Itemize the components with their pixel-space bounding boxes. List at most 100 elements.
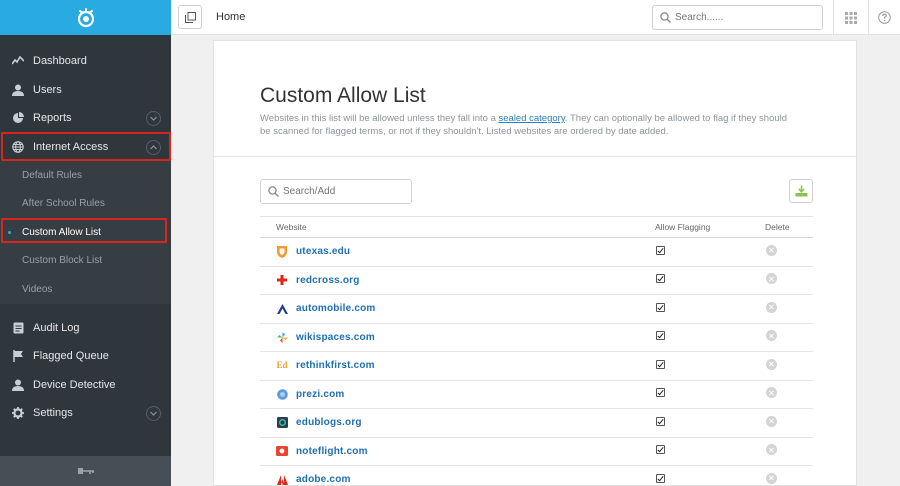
site-cell: redcross.org <box>276 274 654 286</box>
sidebar-subitem-label: Custom Allow List <box>22 226 101 238</box>
allow-flagging-checkbox[interactable] <box>656 245 665 255</box>
table-row: prezi.com <box>260 380 813 409</box>
help-icon <box>878 11 891 24</box>
sidebar-item-label: Device Detective <box>33 378 116 391</box>
search-input[interactable] <box>675 12 805 23</box>
global-search[interactable] <box>652 5 823 30</box>
site-link[interactable]: utexas.edu <box>296 246 350 257</box>
user-icon <box>11 378 25 392</box>
e-favicon-icon <box>276 417 288 429</box>
sidebar-item-label: Flagged Queue <box>33 350 109 363</box>
user-icon <box>11 83 25 97</box>
sidebar-item-label: Reports <box>33 112 72 125</box>
sidebar-item-audit-log[interactable]: Audit Log <box>0 314 171 343</box>
sidebar: Dashboard Users Reports Internet Access <box>0 0 171 486</box>
sidebar-subitem-custom-block-list[interactable]: Custom Block List <box>0 246 171 275</box>
sidebar-item-label: Dashboard <box>33 55 87 68</box>
column-header-website: Website <box>260 216 654 238</box>
logo-icon <box>77 7 94 27</box>
sidebar-item-internet-access[interactable]: Internet Access <box>0 133 171 162</box>
sidebar-item-settings[interactable]: Settings <box>0 399 171 428</box>
site-link[interactable]: edublogs.org <box>296 417 362 428</box>
sealed-category-link[interactable]: sealed category <box>499 113 565 124</box>
site-link[interactable]: wikispaces.com <box>296 332 375 343</box>
apps-grid-button[interactable] <box>833 0 867 35</box>
description-text: Websites in this list will be allowed un… <box>260 113 499 124</box>
grid-icon <box>844 11 857 24</box>
delete-icon[interactable] <box>766 301 777 313</box>
delete-icon[interactable] <box>766 415 777 427</box>
circle-favicon-icon <box>276 388 288 400</box>
allow-flagging-checkbox[interactable] <box>656 416 665 426</box>
search-add-input[interactable] <box>283 186 403 197</box>
site-link[interactable]: noteflight.com <box>296 446 368 457</box>
help-button[interactable] <box>868 0 900 35</box>
allow-flagging-checkbox[interactable] <box>656 274 665 284</box>
sidebar-separator <box>0 304 171 314</box>
download-button[interactable] <box>789 179 813 203</box>
allow-flagging-checkbox[interactable] <box>656 302 665 312</box>
page-description: Websites in this list will be allowed un… <box>260 113 800 138</box>
site-link[interactable]: redcross.org <box>296 275 360 286</box>
sidebar-item-users[interactable]: Users <box>0 76 171 105</box>
sidebar-subitem-custom-allow-list[interactable]: Custom Allow List <box>0 218 171 247</box>
breadcrumb: Home <box>216 11 246 23</box>
allow-flagging-checkbox[interactable] <box>656 388 665 398</box>
top-bar: Home <box>171 0 900 35</box>
allow-flagging-checkbox[interactable] <box>656 359 665 369</box>
sidebar-item-flagged-queue[interactable]: Flagged Queue <box>0 342 171 371</box>
allow-flagging-checkbox[interactable] <box>656 473 665 483</box>
site-link[interactable]: prezi.com <box>296 389 344 400</box>
search-add-box[interactable] <box>260 179 412 204</box>
sidebar-item-device-detective[interactable]: Device Detective <box>0 371 171 400</box>
gear-icon <box>11 406 25 420</box>
sidebar-subitem-label: Videos <box>22 283 53 295</box>
sidebar-subitem-label: Custom Block List <box>22 255 103 267</box>
site-link[interactable]: automobile.com <box>296 303 375 314</box>
sidebar-item-label: Audit Log <box>33 321 80 334</box>
sidebar-item-reports[interactable]: Reports <box>0 104 171 133</box>
sidebar-subitem-videos[interactable]: Videos <box>0 275 171 304</box>
sidebar-item-label: Internet Access <box>33 140 109 153</box>
delete-icon[interactable] <box>766 472 777 484</box>
red-cross-favicon-icon <box>276 274 288 286</box>
divider <box>214 156 856 157</box>
chevron-down-icon[interactable] <box>146 111 161 126</box>
delete-icon[interactable] <box>766 387 777 399</box>
sidebar-collapse-toggle[interactable] <box>0 456 171 486</box>
site-cell: Ed rethinkfirst.com <box>276 360 654 372</box>
chevron-down-icon[interactable] <box>146 406 161 421</box>
site-cell: edublogs.org <box>276 417 654 429</box>
document-icon <box>11 321 25 335</box>
delete-icon[interactable] <box>766 244 777 256</box>
column-header-delete: Delete <box>765 216 813 238</box>
site-link[interactable]: adobe.com <box>296 474 351 485</box>
delete-icon[interactable] <box>766 358 777 370</box>
delete-icon[interactable] <box>766 273 777 285</box>
note-favicon-icon <box>276 445 288 457</box>
site-link[interactable]: rethinkfirst.com <box>296 360 375 371</box>
allow-list-table: Website Allow Flagging Delete utexas.edu… <box>260 216 813 486</box>
logo-bar[interactable] <box>0 0 171 35</box>
search-icon <box>268 186 279 197</box>
table-row: utexas.edu <box>260 237 813 267</box>
sidebar-subitem-after-school-rules[interactable]: After School Rules <box>0 189 171 218</box>
site-cell: utexas.edu <box>276 245 654 258</box>
site-cell: noteflight.com <box>276 445 654 457</box>
allow-flagging-checkbox[interactable] <box>656 445 665 455</box>
site-cell: automobile.com <box>276 303 654 315</box>
sidebar-item-label: Settings <box>33 407 73 420</box>
sidebar-item-dashboard[interactable]: Dashboard <box>0 47 171 76</box>
window-toggle-button[interactable] <box>178 5 202 29</box>
site-cell: adobe.com <box>276 474 654 486</box>
chevron-up-icon[interactable] <box>146 139 161 155</box>
delete-icon[interactable] <box>766 330 777 342</box>
shield-favicon-icon <box>276 245 288 258</box>
sidebar-subitem-label: After School Rules <box>22 198 105 210</box>
sidebar-subitem-default-rules[interactable]: Default Rules <box>0 161 171 190</box>
allow-flagging-checkbox[interactable] <box>656 331 665 341</box>
pinwheel-favicon-icon <box>276 331 288 343</box>
ed-favicon-icon: Ed <box>276 360 288 371</box>
search-icon <box>660 12 671 23</box>
delete-icon[interactable] <box>766 444 777 456</box>
